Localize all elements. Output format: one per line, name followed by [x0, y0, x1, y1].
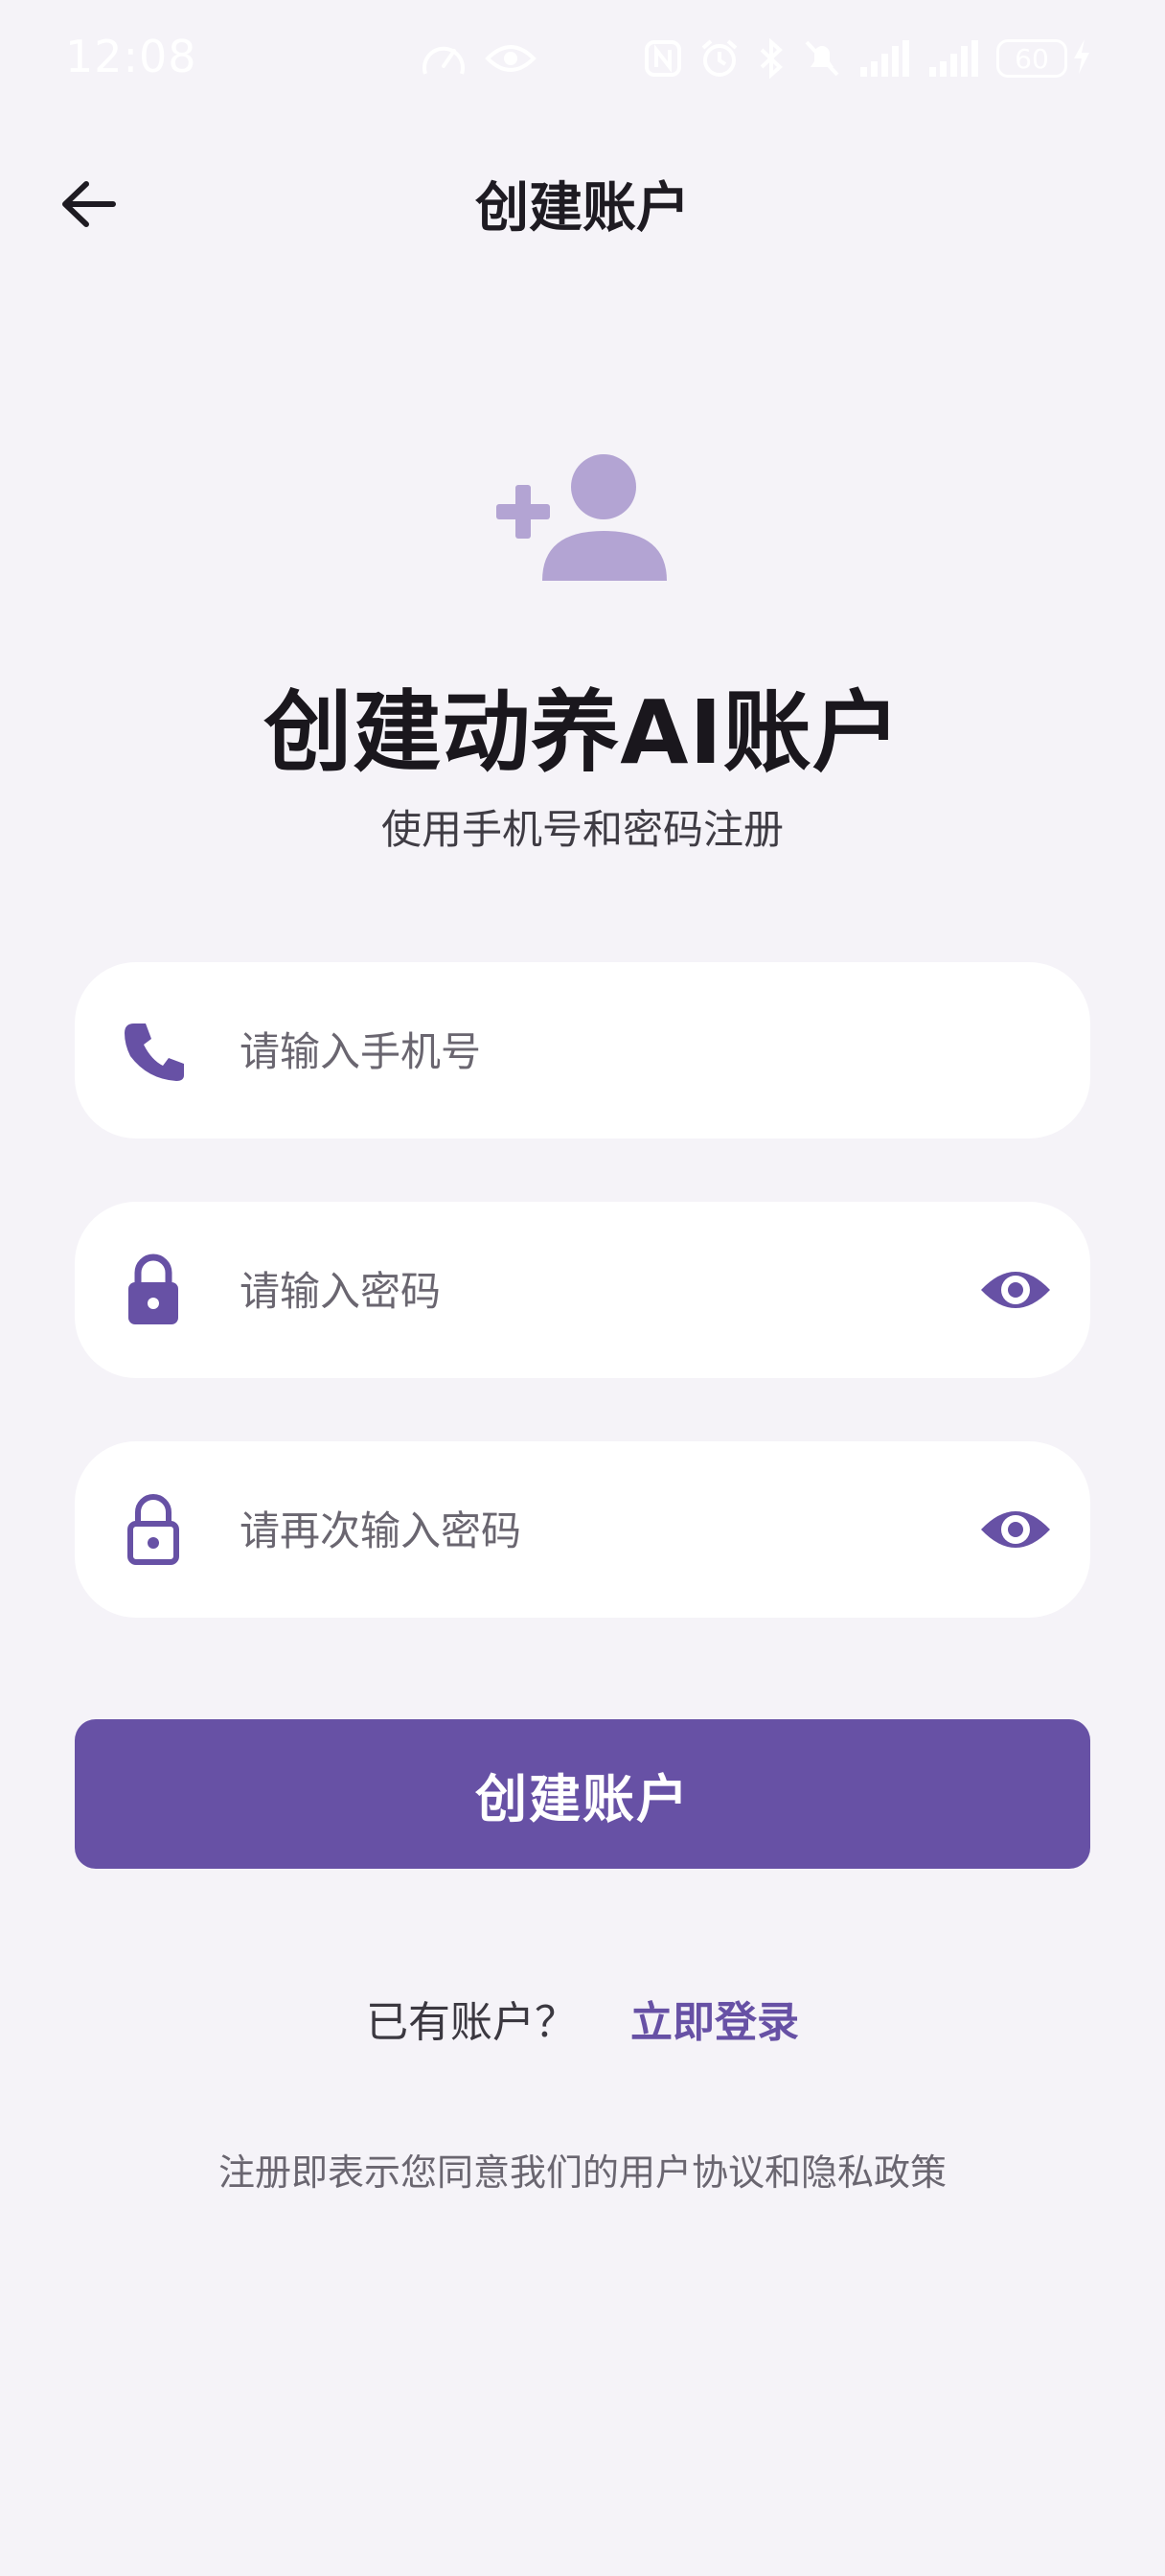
alarm-icon	[699, 38, 740, 79]
login-row: 已有账户？ 立即登录	[0, 1988, 1165, 2049]
phone-input[interactable]	[238, 1012, 912, 1091]
signal-icon	[927, 40, 979, 77]
status-bar: 12:08 60	[0, 0, 1165, 115]
password-input[interactable]	[238, 1252, 912, 1330]
battery-indicator: 60	[996, 37, 1092, 80]
page-title: 创建账户	[475, 177, 690, 240]
bluetooth-icon	[757, 38, 786, 79]
confirm-password-visibility-toggle[interactable]	[977, 1497, 1054, 1562]
status-right-icons: 60	[644, 34, 1092, 82]
signal-icon	[858, 40, 910, 77]
create-account-button[interactable]: 创建账户	[75, 1719, 1090, 1869]
charging-icon	[1071, 37, 1092, 80]
login-link[interactable]: 立即登录	[630, 1988, 799, 2049]
password-field[interactable]	[75, 1202, 1090, 1378]
confirm-password-field[interactable]	[75, 1441, 1090, 1618]
phone-icon	[117, 1012, 190, 1089]
phone-field[interactable]	[75, 962, 1090, 1138]
status-time: 12:08	[65, 31, 197, 82]
lock-outline-icon	[117, 1491, 190, 1568]
status-left-icons	[420, 34, 537, 82]
add-person-icon	[491, 450, 673, 585]
mute-icon	[803, 38, 841, 79]
eye-icon	[981, 1272, 1050, 1308]
battery-level: 60	[996, 39, 1067, 78]
eye-icon	[981, 1511, 1050, 1548]
terms-note: 注册即表示您同意我们的用户协议和隐私政策	[217, 2151, 947, 2194]
hero-subtitle: 使用手机号和密码注册	[380, 806, 784, 853]
hero-title: 创建动养AI账户	[263, 681, 902, 784]
password-visibility-toggle[interactable]	[977, 1257, 1054, 1322]
speed-icon	[420, 37, 468, 80]
confirm-password-input[interactable]	[238, 1491, 912, 1570]
login-prompt: 已有账户？	[366, 1998, 577, 2047]
nfc-icon	[644, 39, 682, 78]
lock-icon	[117, 1252, 190, 1328]
eye-icon	[485, 39, 537, 78]
